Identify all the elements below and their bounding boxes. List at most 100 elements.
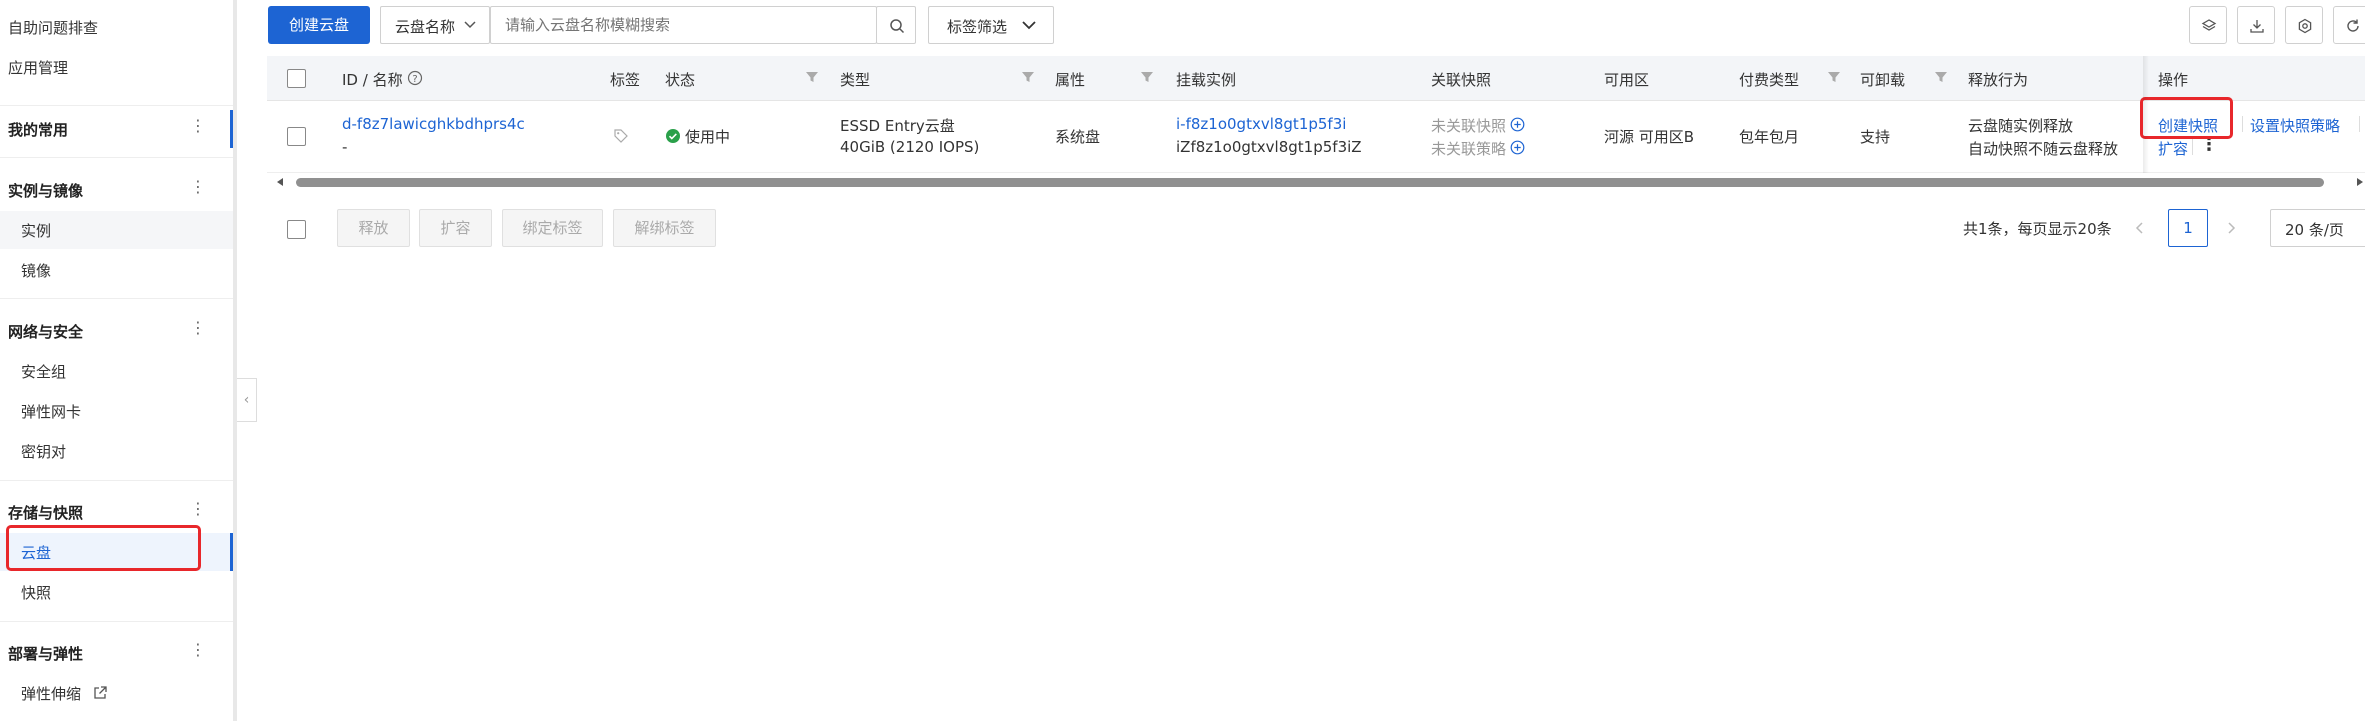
sidebar-item-snapshots[interactable]: 快照 <box>0 573 233 611</box>
bind-tags-button[interactable]: 绑定标签 <box>502 209 603 247</box>
highlight-box <box>6 525 201 571</box>
sidebar-item-key-pairs[interactable]: 密钥对 <box>0 432 233 470</box>
sidebar-item-label: 弹性网卡 <box>21 403 82 421</box>
layers-icon <box>2201 19 2217 31</box>
search-field-select[interactable]: 云盘名称 <box>380 6 490 44</box>
instance-name: iZf8z1o0gtxvl8gt1p5f3iZ <box>1176 138 1362 156</box>
instance-id-link[interactable]: i-f8z1o0gtxvl8gt1p5f3i <box>1176 115 1346 133</box>
sidebar-item-eni[interactable]: 弹性网卡 <box>0 392 233 430</box>
column-header-id-name[interactable]: ID / 名称 <box>342 69 403 90</box>
column-header-tags: 标签 <box>610 71 641 89</box>
page-size-select[interactable]: 20 条/页 <box>2270 209 2365 247</box>
column-header-snapshots: 关联快照 <box>1431 71 1492 89</box>
column-header-type: 类型 <box>840 71 871 89</box>
status-ok-icon <box>666 129 680 143</box>
snapshot-policy-status: 未关联策略 <box>1431 140 1507 158</box>
sidebar-item-self-troubleshoot[interactable]: 自助问题排查 <box>8 17 98 38</box>
filter-icon[interactable] <box>1140 70 1154 84</box>
status-text: 使用中 <box>685 128 731 146</box>
resize-button[interactable]: 扩容 <box>419 209 492 247</box>
gear-icon <box>2298 18 2312 34</box>
settings-button[interactable] <box>2285 6 2323 44</box>
sidebar-group-title: 部署与弹性 <box>8 645 84 663</box>
column-header-attached-instance: 挂载实例 <box>1176 71 1237 89</box>
bulk-select-checkbox[interactable] <box>287 220 306 239</box>
highlight-box <box>2140 97 2233 139</box>
refresh-icon <box>2347 19 2359 32</box>
external-link-icon <box>94 686 107 699</box>
sidebar-group-title: 网络与安全 <box>8 323 84 341</box>
chevron-left-icon: ‹ <box>243 392 250 408</box>
scroll-right-icon[interactable] <box>2355 177 2365 187</box>
sidebar-item-label: 安全组 <box>21 363 67 381</box>
sidebar-divider <box>0 298 233 299</box>
sidebar-item-label: 实例 <box>21 222 52 240</box>
table-row: d-f8z7lawicghkbdhprs4c - 使用中 ESSD Entry云… <box>267 101 2365 173</box>
column-header-attribute: 属性 <box>1055 71 1086 89</box>
filter-icon[interactable] <box>1827 70 1841 84</box>
next-page-icon[interactable] <box>2224 221 2238 235</box>
add-circle-icon[interactable] <box>1510 140 1525 155</box>
more-icon[interactable]: ⋮ <box>190 177 206 196</box>
help-icon[interactable]: ? <box>407 70 423 86</box>
more-icon[interactable]: ⋮ <box>190 318 206 337</box>
sidebar-collapse-button[interactable]: ‹ <box>237 378 257 422</box>
create-disk-button[interactable]: 创建云盘 <box>268 6 370 44</box>
sidebar-item-label: 弹性伸缩 <box>21 685 82 703</box>
sidebar-group-deploy-elastic[interactable]: 部署与弹性 ⋮ <box>0 634 233 672</box>
snapshot-status: 未关联快照 <box>1431 117 1507 135</box>
action-separator <box>2359 116 2360 132</box>
page-number-current[interactable]: 1 <box>2168 209 2208 247</box>
scrollbar-thumb[interactable] <box>296 178 2324 187</box>
row-checkbox[interactable] <box>287 127 306 146</box>
sidebar: 自助问题排查 应用管理 我的常用 ⋮ 实例与镜像 ⋮ 实例 镜像 网络与安全 ⋮… <box>0 0 233 721</box>
sidebar-item-images[interactable]: 镜像 <box>0 251 233 289</box>
disk-attribute: 系统盘 <box>1055 128 1101 146</box>
select-all-checkbox[interactable] <box>287 69 306 88</box>
unbind-tags-button[interactable]: 解绑标签 <box>613 209 716 247</box>
scroll-left-icon[interactable] <box>275 177 285 187</box>
more-icon[interactable]: ⋮ <box>190 116 206 135</box>
search-button[interactable] <box>876 6 916 44</box>
sidebar-item-auto-scaling[interactable]: 弹性伸缩 <box>0 674 233 712</box>
sidebar-group-title: 存储与快照 <box>8 504 84 522</box>
sidebar-group-favorites[interactable]: 我的常用 ⋮ <box>0 110 233 148</box>
sidebar-item-label: 密钥对 <box>21 443 67 461</box>
disk-type: ESSD Entry云盘 <box>840 117 955 135</box>
auto-snapshot-release-behavior: 自动快照不随云盘释放 <box>1968 140 2119 158</box>
download-button[interactable] <box>2237 6 2275 44</box>
tag-icon[interactable] <box>613 128 629 144</box>
sidebar-item-security-groups[interactable]: 安全组 <box>0 352 233 390</box>
sidebar-item-instances[interactable]: 实例 <box>0 211 233 249</box>
more-icon[interactable]: ⋮ <box>190 640 206 659</box>
set-snapshot-policy-link[interactable]: 设置快照策略 <box>2250 115 2340 136</box>
more-icon[interactable]: ⋮ <box>190 499 206 518</box>
sidebar-group-network-security[interactable]: 网络与安全 ⋮ <box>0 312 233 350</box>
sidebar-item-label: 镜像 <box>21 262 52 280</box>
tag-filter-button[interactable]: 标签筛选 <box>928 6 1054 44</box>
search-icon <box>890 19 905 34</box>
search-input[interactable] <box>490 6 877 44</box>
action-separator <box>2192 139 2193 155</box>
release-button[interactable]: 释放 <box>337 209 410 247</box>
disk-id-link[interactable]: d-f8z7lawicghkbdhprs4c <box>342 115 525 133</box>
refresh-button[interactable] <box>2333 6 2365 44</box>
column-header-zone: 可用区 <box>1604 71 1650 89</box>
sidebar-border <box>233 0 237 721</box>
filter-icon[interactable] <box>1021 70 1035 84</box>
sidebar-group-instances-images[interactable]: 实例与镜像 ⋮ <box>0 171 233 209</box>
add-circle-icon[interactable] <box>1510 117 1525 132</box>
resize-link[interactable]: 扩容 <box>2158 138 2188 159</box>
page-size-value: 20 条/页 <box>2285 221 2344 239</box>
chevron-down-icon <box>1022 21 1036 30</box>
previous-page-icon[interactable] <box>2133 221 2147 235</box>
filter-icon[interactable] <box>805 70 819 84</box>
sidebar-divider <box>0 621 233 622</box>
sidebar-item-app-management[interactable]: 应用管理 <box>8 57 68 78</box>
sidebar-group-title: 我的常用 <box>8 121 69 139</box>
tag-filter-label: 标签筛选 <box>947 18 1008 36</box>
layers-button[interactable] <box>2189 6 2227 44</box>
sidebar-item-label: 快照 <box>21 584 52 602</box>
sidebar-divider <box>0 157 233 158</box>
filter-icon[interactable] <box>1934 70 1948 84</box>
